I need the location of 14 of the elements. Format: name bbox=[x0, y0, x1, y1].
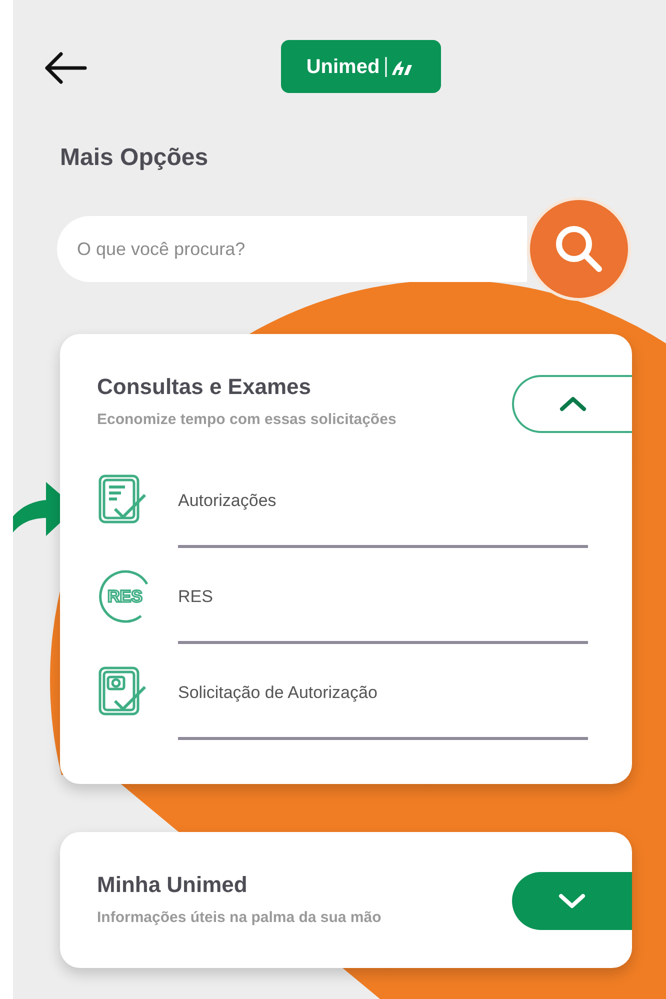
section-title: Consultas e Exames bbox=[97, 373, 312, 401]
section-title: Minha Unimed bbox=[97, 871, 248, 899]
menu-item[interactable]: Solicitação de Autorização bbox=[178, 644, 588, 740]
section-subtitle: Informações úteis na palma da sua mão bbox=[97, 908, 382, 928]
search-field[interactable]: O que você procura? bbox=[57, 216, 527, 282]
collapse-button[interactable] bbox=[512, 375, 632, 433]
logo: Unimed bbox=[281, 40, 441, 93]
expand-button[interactable] bbox=[512, 872, 632, 930]
chevron-down-icon bbox=[558, 893, 586, 909]
section-subtitle: Economize tempo com essas solicitações bbox=[97, 410, 398, 430]
page-title: Mais Opções bbox=[60, 143, 210, 173]
chevron-up-icon bbox=[559, 396, 587, 412]
menu-item[interactable]: Autorizações bbox=[178, 452, 588, 548]
menu-item[interactable]: RES bbox=[178, 548, 588, 644]
